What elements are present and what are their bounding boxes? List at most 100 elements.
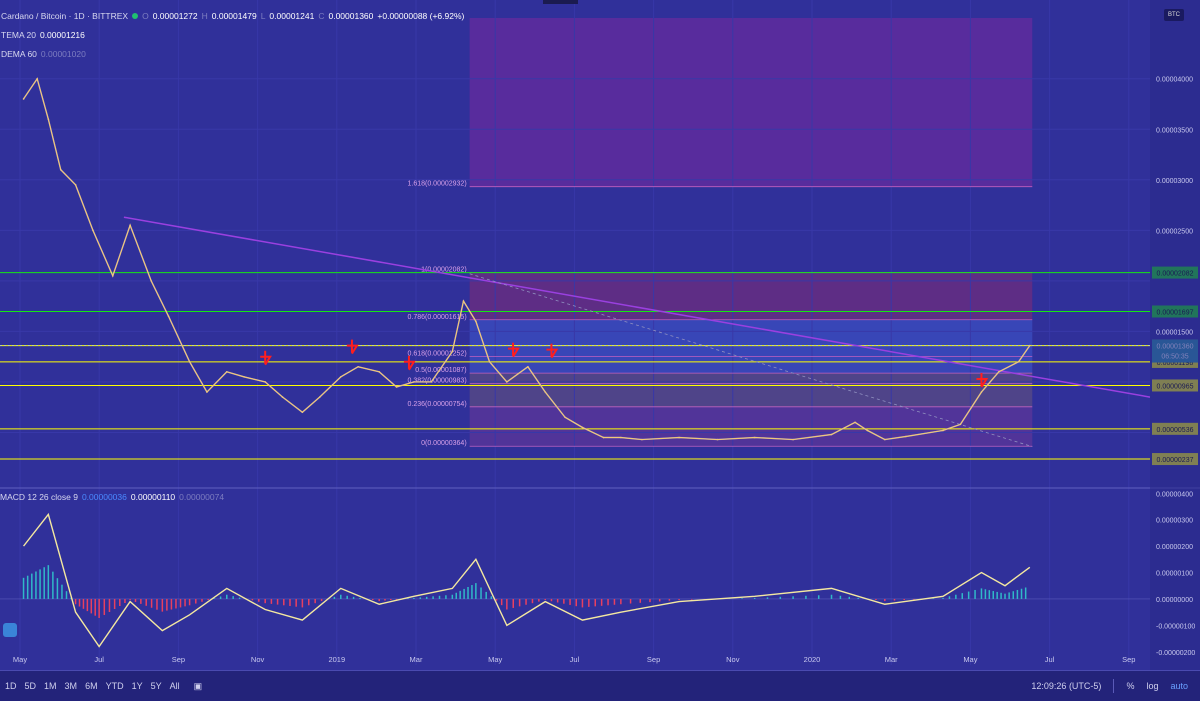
macd-tick-label: 0.00000200 xyxy=(1156,544,1193,551)
timeframe-5y[interactable]: 5Y xyxy=(151,681,162,691)
timeframe-ytd[interactable]: YTD xyxy=(106,681,124,691)
price-point xyxy=(264,381,266,383)
fib-label: 0.236(0.00000754) xyxy=(407,401,466,408)
macd-tick-label: 0.00000100 xyxy=(1156,571,1193,578)
fib-label: 1.618(0.00002932) xyxy=(407,181,466,188)
chart-legend: Cardano / Bitcoin · 1D · BITTREX O 0.0000… xyxy=(0,6,464,63)
price-point xyxy=(581,426,584,429)
clock[interactable]: 12:09:26 (UTC-5) xyxy=(1031,681,1101,691)
log-scale-toggle[interactable]: log xyxy=(1146,681,1158,691)
timeframe-1d[interactable]: 1D xyxy=(5,681,17,691)
dema-value: 0.00001020 xyxy=(40,48,86,59)
fib-label: 0(0.00000364) xyxy=(421,440,467,447)
fib-label: 0.786(0.00001615) xyxy=(407,314,466,321)
price-point xyxy=(206,391,208,393)
symbol-title[interactable]: Cardano / Bitcoin · 1D · BITTREX xyxy=(1,10,128,22)
change-value: +0.00000088 (+6.92%) xyxy=(377,10,465,21)
time-tick-label: Nov xyxy=(251,655,265,664)
fib-zone-bottom xyxy=(469,406,1033,447)
price-point xyxy=(22,98,25,100)
macd-value-1: 0.00000036 xyxy=(81,492,127,502)
price-point xyxy=(357,365,359,368)
price-point xyxy=(641,438,643,441)
price-point xyxy=(462,300,465,302)
price-tick-label: 0.00003000 xyxy=(1156,178,1193,185)
price-point xyxy=(1028,344,1031,347)
fib-extension-zone xyxy=(469,18,1033,187)
price-chart[interactable]: 1.618(0.00002932)1(0.00002082)0.786(0.00… xyxy=(0,0,1200,700)
timeframe-6m[interactable]: 6M xyxy=(85,681,98,691)
macd-tick-label: -0.00000100 xyxy=(1156,623,1195,630)
price-point xyxy=(150,280,152,282)
timeframe-1y[interactable]: 1Y xyxy=(132,681,143,691)
price-axis: 0.00004000 0.00003500 0.00003000 0.00002500… xyxy=(1150,0,1200,670)
price-point xyxy=(905,435,907,438)
tradingview-logo-icon[interactable] xyxy=(3,623,17,637)
price-point xyxy=(74,184,77,186)
percent-scale-toggle[interactable]: % xyxy=(1126,681,1134,691)
time-tick-label: Nov xyxy=(726,655,740,664)
scale-controls: 12:09:26 (UTC-5) % log auto xyxy=(1031,679,1188,693)
open-value: 0.00001272 xyxy=(152,10,198,21)
time-tick-label: Sep xyxy=(1122,655,1135,664)
time-tick-label: May xyxy=(13,655,27,664)
price-point xyxy=(59,168,62,171)
price-point xyxy=(1017,360,1020,363)
price-point xyxy=(866,429,869,432)
indicator-row-dema[interactable]: DEMA 60 0.00001020 xyxy=(0,44,464,63)
price-point xyxy=(301,411,304,414)
price-point xyxy=(980,391,983,393)
price-point xyxy=(111,275,114,277)
price-point xyxy=(92,229,94,232)
price-point xyxy=(564,416,566,419)
bottom-toolbar: 1D 5D 1M 3M 6M YTD 1Y 5Y All ▣ 12:09:26 … xyxy=(0,670,1200,701)
time-tick-label: May xyxy=(488,655,502,664)
price-tick-label: 0.00004000 xyxy=(1156,77,1193,84)
top-handle[interactable] xyxy=(543,0,578,4)
price-point xyxy=(506,381,508,383)
timeframe-5d[interactable]: 5D xyxy=(25,681,37,691)
time-tick-label: Sep xyxy=(647,655,660,664)
price-point xyxy=(544,391,547,393)
market-status-icon xyxy=(132,12,139,19)
macd-tick-label: 0.00000000 xyxy=(1156,597,1193,604)
price-point xyxy=(527,365,529,368)
price-point xyxy=(475,320,477,323)
price-point xyxy=(884,438,886,441)
price-point xyxy=(430,381,433,383)
timeframe-1m[interactable]: 1M xyxy=(44,681,57,691)
price-point xyxy=(854,421,856,424)
time-tick-label: Jul xyxy=(1045,655,1055,664)
price-tick-label: 0.00002500 xyxy=(1156,228,1193,235)
close-value: 0.00001360 xyxy=(328,10,374,21)
price-tick-label: 0.00003500 xyxy=(1156,127,1193,134)
time-tick-label: 2020 xyxy=(804,655,821,664)
fib-label: 0.382(0.00000983) xyxy=(407,378,466,385)
timeframe-3m[interactable]: 3M xyxy=(65,681,78,691)
price-point xyxy=(243,376,245,378)
tema-label: TEMA 20 xyxy=(1,29,36,40)
price-point xyxy=(942,429,944,432)
auto-scale-toggle[interactable]: auto xyxy=(1170,681,1188,691)
timeframe-all[interactable]: All xyxy=(170,681,180,691)
macd-tick-label: -0.00000200 xyxy=(1156,650,1195,657)
low-label: L xyxy=(260,10,266,21)
price-point xyxy=(167,315,170,318)
price-point xyxy=(36,77,38,80)
price-point xyxy=(678,436,680,439)
price-point xyxy=(959,423,962,426)
calendar-icon[interactable]: ▣ xyxy=(194,681,203,692)
macd-legend[interactable]: MACD 12 26 close 9 0.00000036 0.00000110… xyxy=(0,492,224,502)
fib-label: 0.618(0.00001252) xyxy=(407,350,466,357)
price-point xyxy=(792,438,794,441)
time-axis: May Jul Sep Nov 2019 Mar May Jul Sep Nov 2020 Mar Ma… xyxy=(13,655,1136,664)
price-point xyxy=(830,433,833,436)
symbol-row: Cardano / Bitcoin · 1D · BITTREX O 0.0000… xyxy=(0,6,464,25)
price-point xyxy=(318,396,321,398)
macd-value-3: 0.00000074 xyxy=(179,492,225,502)
indicator-row-tema[interactable]: TEMA 20 0.00001216 xyxy=(0,25,464,44)
price-point xyxy=(488,360,491,363)
price-point xyxy=(339,376,342,378)
price-point xyxy=(188,360,191,363)
price-point xyxy=(451,350,454,353)
